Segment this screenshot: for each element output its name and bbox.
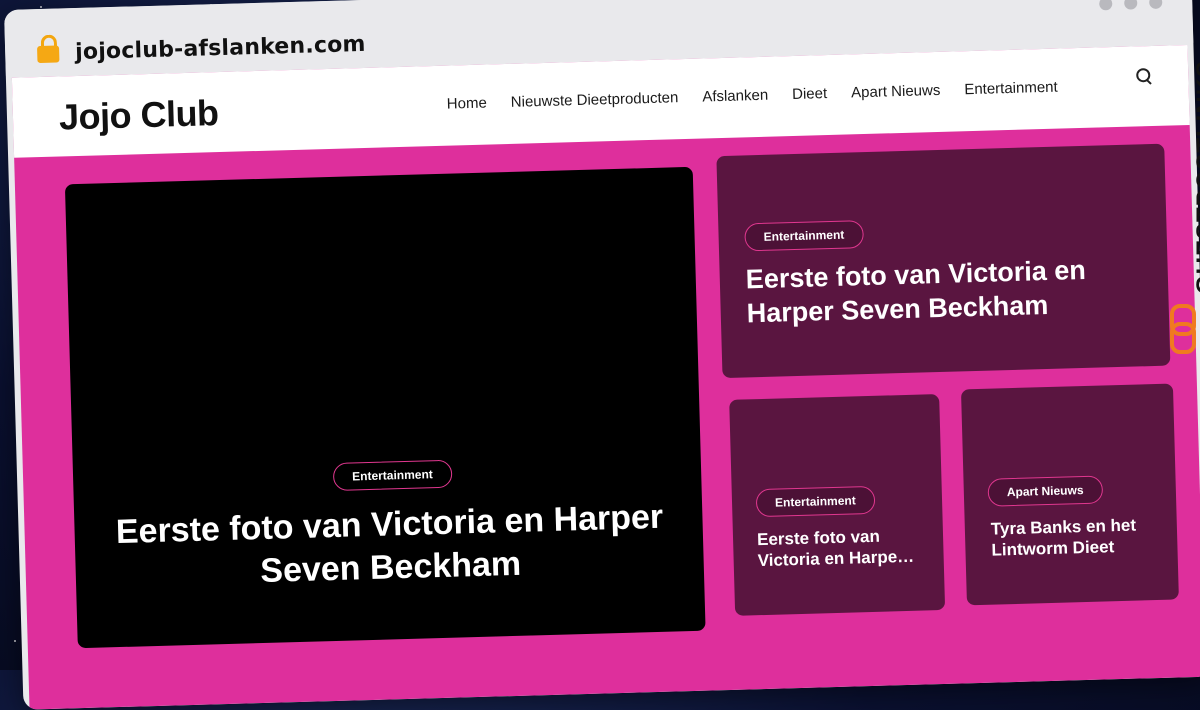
window-dot-icon[interactable] xyxy=(1149,0,1163,10)
article-title[interactable]: Eerste foto van Victoria en Harper Seven… xyxy=(114,496,666,596)
browser-window: jojoclub-afslanken.com Jojo Club Home Ni… xyxy=(4,0,1200,710)
menu-item-afslanken[interactable]: Afslanken xyxy=(702,87,768,106)
site-logo[interactable]: Jojo Club xyxy=(58,92,219,138)
web-page: Jojo Club Home Nieuwste Dieetproducten A… xyxy=(11,44,1200,710)
hero-article-card[interactable]: Entertainment Eerste foto van Victoria e… xyxy=(64,166,706,649)
article-title[interactable]: Eerste foto van Victoria en Harper Seven… xyxy=(745,252,1147,331)
menu-item-dieet[interactable]: Dieet xyxy=(792,85,827,103)
search-icon[interactable] xyxy=(1136,68,1152,85)
guestpostlinks-watermark: GUESTPOSTLINKS xyxy=(1162,60,1200,360)
chain-link-icon xyxy=(1168,304,1196,354)
url-text[interactable]: jojoclub-afslanken.com xyxy=(75,32,366,65)
watermark-text: GUESTPOSTLINKS xyxy=(1192,60,1200,295)
category-tag[interactable]: Entertainment xyxy=(332,459,453,491)
article-title[interactable]: Tyra Banks en het Lintworm Dieet xyxy=(991,514,1162,561)
window-dot-icon[interactable] xyxy=(1099,0,1113,11)
category-tag[interactable]: Apart Nieuws xyxy=(987,475,1103,507)
window-dot-icon[interactable] xyxy=(1124,0,1138,10)
category-tag[interactable]: Entertainment xyxy=(755,485,876,518)
main-menu: Home Nieuwste Dieetproducten Afslanken D… xyxy=(447,79,1058,113)
menu-item-apart-nieuws[interactable]: Apart Nieuws xyxy=(851,82,941,101)
category-tag[interactable]: Entertainment xyxy=(744,220,864,252)
featured-article-card[interactable]: Entertainment Eerste foto van Victoria e… xyxy=(716,143,1171,379)
article-card[interactable]: Apart Nieuws Tyra Banks en het Lintworm … xyxy=(960,383,1179,606)
menu-item-home[interactable]: Home xyxy=(447,95,487,113)
article-card[interactable]: Entertainment Eerste foto van Victoria e… xyxy=(729,394,946,616)
menu-item-nieuwste-dieetproducten[interactable]: Nieuwste Dieetproducten xyxy=(511,89,679,111)
article-title[interactable]: Eerste foto van Victoria en Harpe… xyxy=(757,524,926,571)
menu-item-entertainment[interactable]: Entertainment xyxy=(964,79,1058,99)
lock-icon xyxy=(37,34,60,66)
window-controls xyxy=(1099,0,1163,11)
